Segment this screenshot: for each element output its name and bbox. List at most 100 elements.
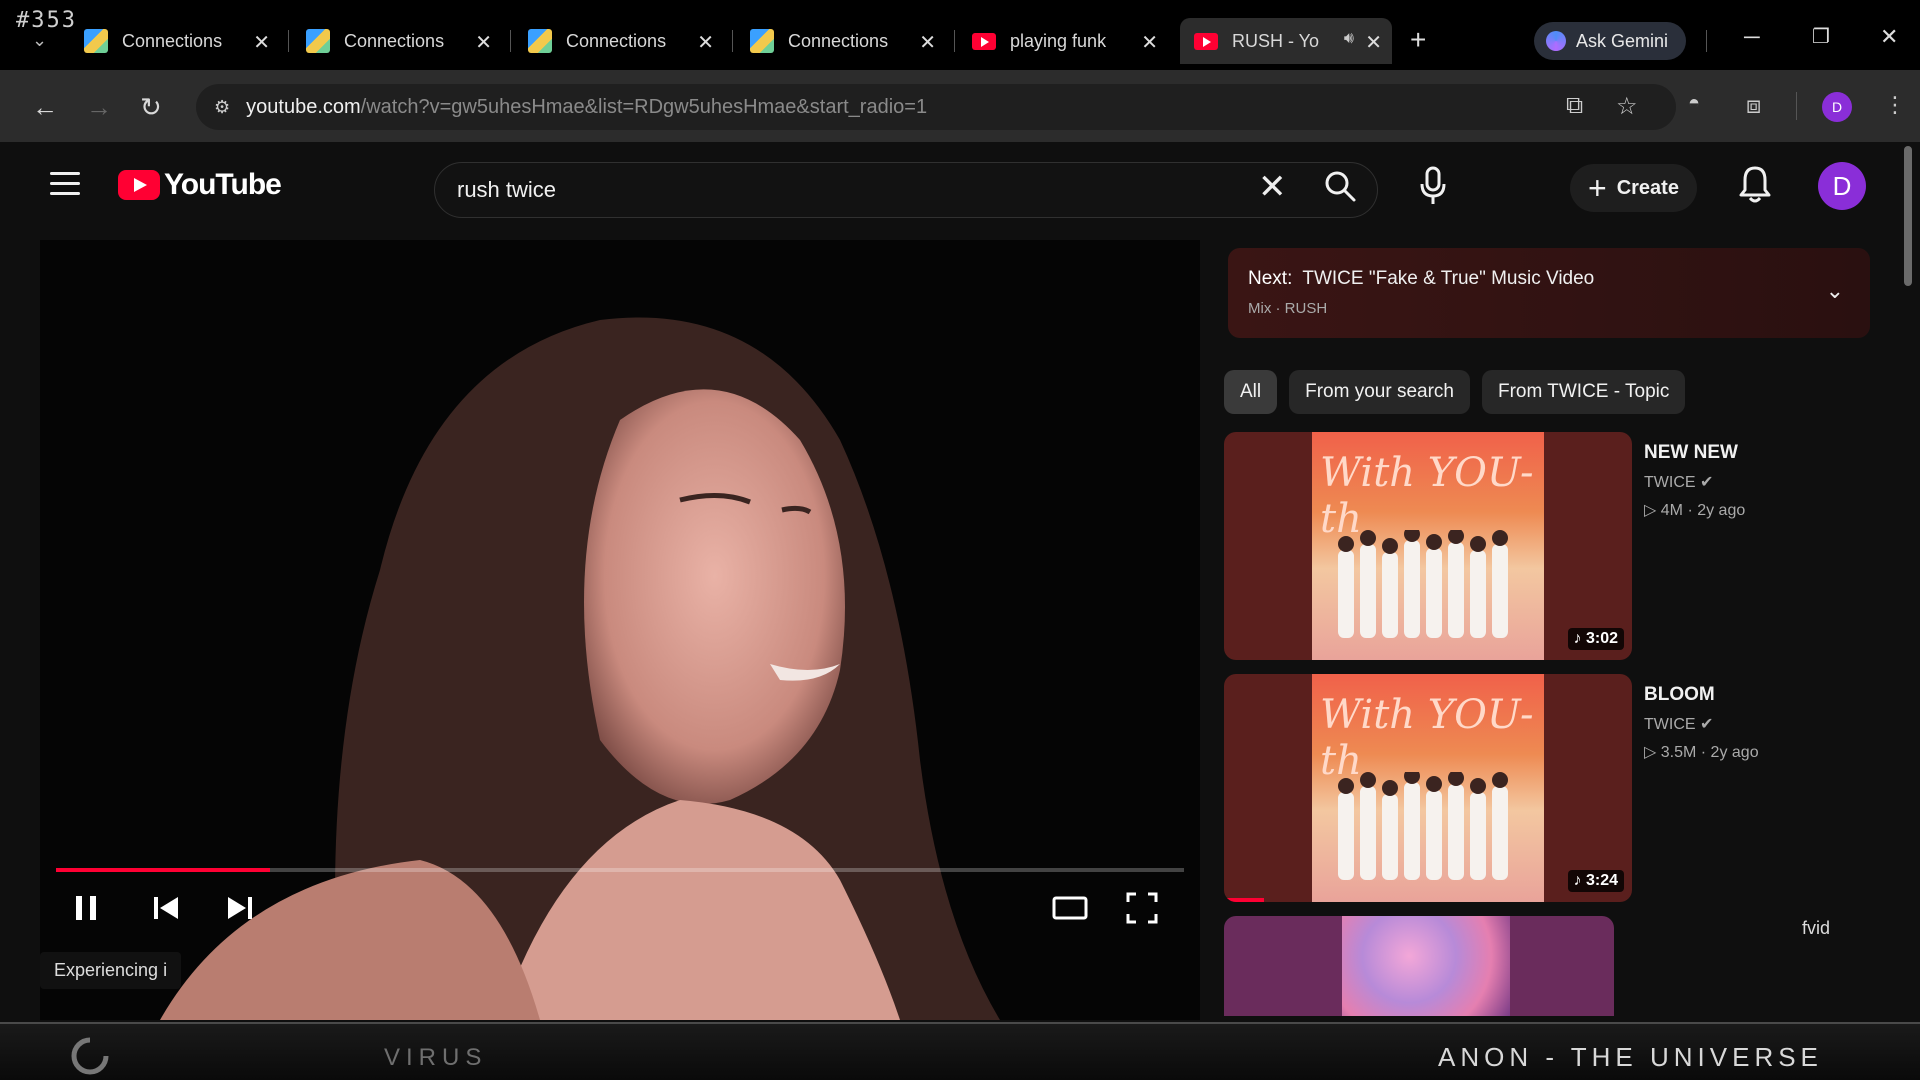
toolbar-divider [1706,30,1707,52]
notifications-bell-icon[interactable] [1738,164,1772,204]
reload-icon[interactable]: ↻ [140,92,162,123]
tab-title: playing funk [1010,30,1107,51]
search-input[interactable] [457,177,1237,203]
tab-close-icon[interactable]: ✕ [475,30,492,55]
stream-logo-icon [71,1037,109,1075]
incognito-icon[interactable]: ◓ [1688,92,1700,115]
recommendation-meta: ▷ 3.5M · 2y ago [1644,742,1759,762]
account-avatar[interactable]: D [1818,162,1866,210]
duration-badge: ♪ 3:02 [1567,628,1624,650]
recommendation-meta: ▷ 4M · 2y ago [1644,500,1745,520]
recommendation-filter-chips: All From your search From TWICE - Topic [1224,370,1686,414]
tab-close-icon[interactable]: ✕ [697,30,714,55]
search-box [434,162,1378,218]
tab-connections-2[interactable]: Connections ✕ [292,18,502,64]
video-progress-bar[interactable] [56,868,1184,872]
tab-divider [510,30,511,52]
tab-close-icon[interactable]: ✕ [1365,30,1382,55]
recommendation-item[interactable]: With YOU-th ♪ 3:24 BLOOM TWICE ✔ ▷ 3.5M … [1224,674,1864,902]
tab-search-chevron-icon[interactable]: ⌄ [32,30,52,50]
tab-rush-active[interactable]: RUSH - Yo 🔊︎ ✕ [1180,18,1392,64]
recommendation-title[interactable]: BLOOM [1644,684,1715,706]
tab-connections-1[interactable]: Connections ✕ [70,18,280,64]
recommendation-title[interactable]: NEW NEW [1644,442,1738,464]
up-next-card[interactable]: Next: TWICE "Fake & True" Music Video Mix… [1228,248,1870,338]
back-arrow-icon[interactable]: ← [32,92,58,123]
search-icon[interactable] [1322,168,1358,204]
new-tab-button[interactable]: + [1410,24,1426,56]
youtube-play-icon [118,170,160,200]
tab-divider [288,30,289,52]
album-cover-art: With YOU-th [1312,674,1544,902]
page-scrollbar[interactable] [1904,146,1912,286]
next-track-icon[interactable] [220,888,260,928]
video-thumbnail[interactable]: With YOU-th ♪ 3:02 [1224,432,1632,660]
banner-left-text: VIRUS [384,1044,488,1071]
partial-side-label: fvid [1802,918,1831,938]
close-window-icon[interactable]: ✕ [1880,24,1898,50]
url-path: /watch?v=gw5uhesHmae&list=RDgw5uhesHmae&… [360,95,928,118]
minimize-window-icon[interactable]: ─ [1744,24,1760,50]
streamer-webcam-overlay [160,317,1000,1020]
recommendation-item[interactable]: With YOU-th ♪ 3:02 NEW NEW TWICE ✔ ▷ 4M … [1224,432,1864,660]
create-button[interactable]: + Create [1570,164,1697,212]
album-cover-art [1342,916,1510,1016]
site-info-icon[interactable]: ⚙︎ [214,97,230,118]
browser-tab-strip: #353 ⌄ Connections ✕ Connections ✕ Conne… [0,0,1920,70]
recommendation-channel[interactable]: TWICE ✔ [1644,714,1713,734]
chip-from-twice-topic[interactable]: From TWICE - Topic [1482,370,1686,414]
restore-window-icon[interactable]: ❐ [1812,24,1830,49]
connections-icon [306,29,330,53]
ask-gemini-label: Ask Gemini [1576,30,1669,51]
video-thumbnail[interactable]: With YOU-th ♪ 3:24 [1224,674,1632,902]
video-player[interactable]: Experiencing i [40,240,1200,1020]
tab-title: Connections [566,30,667,51]
chip-all[interactable]: All [1224,370,1278,414]
browser-toolbar: ← → ↻ ⚙︎ youtube.com /watch?v=gw5uhesHma… [0,70,1920,142]
stream-overlay-banner: VIRUS ANON - THE UNIVERSE [0,1022,1920,1080]
banner-song-title: ANON - THE UNIVERSE [1438,1042,1823,1072]
up-next-title: TWICE "Fake & True" Music Video [1302,268,1595,289]
tab-divider [732,30,733,52]
group-photo-graphic [1338,530,1508,638]
ask-gemini-button[interactable]: Ask Gemini [1534,22,1687,60]
album-cover-lettering: With YOU-th [1320,692,1534,784]
microphone-icon[interactable] [1418,166,1448,206]
duration-badge: ♪ 3:24 [1567,870,1624,892]
extensions-puzzle-icon[interactable]: ⧈ [1746,92,1761,120]
tab-close-icon[interactable]: ✕ [1141,30,1158,55]
recommendation-thumbnail-partial[interactable] [1224,916,1614,1016]
browser-profile-avatar[interactable]: D [1822,92,1852,122]
previous-track-icon[interactable] [146,888,186,928]
up-next-subtitle: Mix · RUSH [1248,300,1328,317]
tab-close-icon[interactable]: ✕ [253,30,270,55]
recommendation-channel[interactable]: TWICE ✔ [1644,472,1713,492]
youtube-icon [1194,32,1218,50]
audio-playing-icon[interactable]: 🔊︎ [1344,30,1354,48]
tab-connections-4[interactable]: Connections ✕ [736,18,946,64]
theater-mode-icon[interactable] [1050,888,1090,928]
tab-divider [954,30,955,52]
pause-icon[interactable] [66,888,106,928]
address-bar[interactable]: ⚙︎ youtube.com /watch?v=gw5uhesHmae&list… [196,84,1676,130]
bookmark-star-icon[interactable]: ☆ [1616,92,1638,121]
chip-from-your-search[interactable]: From your search [1289,370,1470,414]
tab-close-icon[interactable]: ✕ [919,30,936,55]
tab-connections-3[interactable]: Connections ✕ [514,18,724,64]
chevron-down-icon[interactable]: ⌄ [1826,278,1844,304]
channel-name: TWICE [1644,474,1696,491]
clear-search-icon[interactable]: ✕ [1258,170,1287,204]
hamburger-menu-icon[interactable] [50,172,80,196]
toolbar-divider [1796,92,1797,120]
cast-icon[interactable]: ⧉ [1566,92,1583,120]
fullscreen-icon[interactable] [1122,888,1162,928]
playback-issue-toast[interactable]: Experiencing i [40,952,182,989]
browser-menu-icon[interactable]: ⋮ [1884,92,1906,118]
duration-text: 3:02 [1585,630,1618,647]
youtube-logo[interactable]: YouTube [118,168,282,202]
create-label: Create [1616,176,1679,199]
up-next-title-line: Next: TWICE "Fake & True" Music Video [1248,268,1594,290]
forward-arrow-icon[interactable]: → [86,92,112,123]
views-play-icon: ▷ [1644,502,1657,519]
tab-playing-funk[interactable]: playing funk ✕ [958,18,1168,64]
